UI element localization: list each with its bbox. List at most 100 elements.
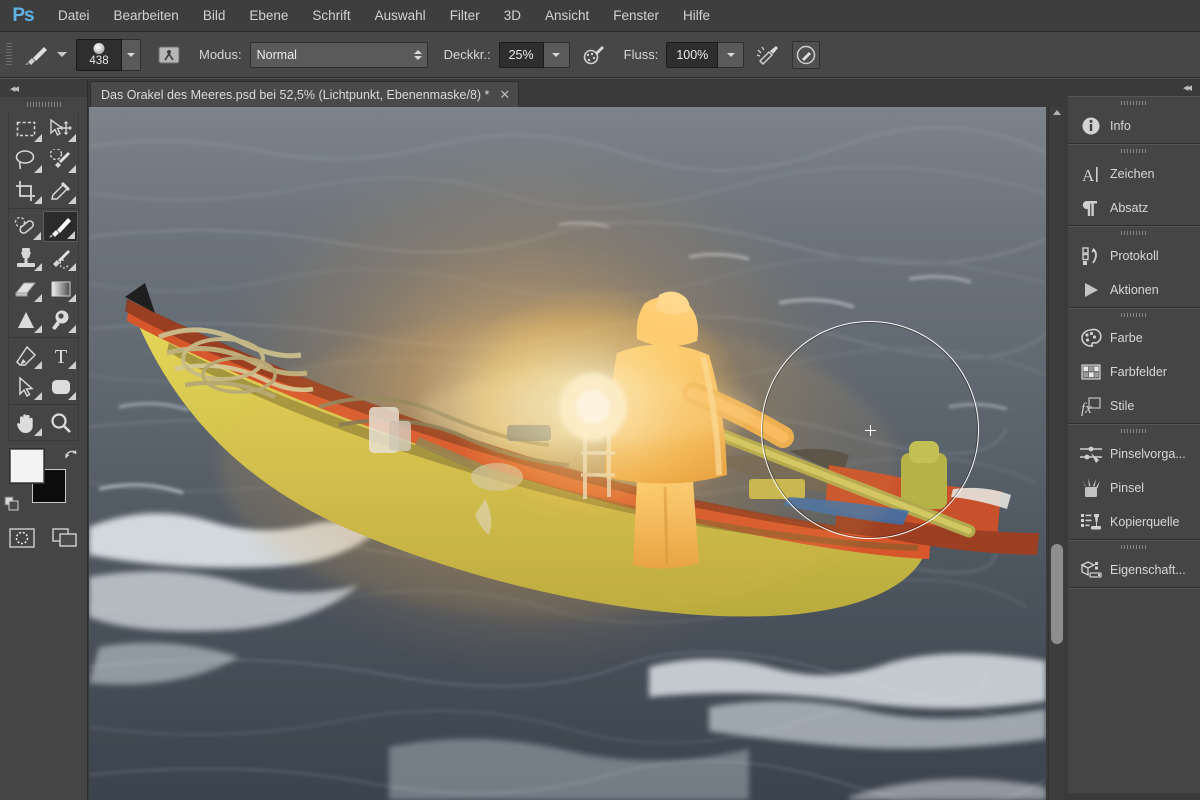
toolbar-grip[interactable]	[0, 97, 87, 111]
brush-size-dropdown[interactable]	[122, 38, 141, 71]
scrollbar-thumb[interactable]	[1051, 544, 1063, 644]
panel-tab-farbfelder[interactable]: Farbfelder	[1068, 355, 1200, 389]
styles-fx-icon: fx	[1078, 396, 1104, 416]
flyout-triangle-icon	[68, 325, 76, 333]
dock-empty-area[interactable]	[1068, 588, 1200, 793]
canvas-vertical-scrollbar[interactable]	[1048, 107, 1064, 800]
tool-row	[9, 211, 78, 242]
brush-size-field[interactable]: 438	[76, 38, 122, 71]
menu-schrift[interactable]: Schrift	[300, 0, 362, 32]
tool-dodge[interactable]	[44, 304, 79, 335]
quick-mask-button[interactable]	[4, 523, 40, 553]
opacity-value[interactable]: 25%	[498, 41, 544, 68]
chevron-down-icon	[127, 52, 135, 57]
pressure-opacity-button[interactable]	[580, 41, 608, 69]
tool-eraser[interactable]	[9, 273, 44, 304]
menu-ebene[interactable]: Ebene	[237, 0, 300, 32]
brush-preset-dropdown[interactable]	[54, 52, 76, 57]
options-bar-grip[interactable]	[6, 42, 12, 67]
smoothing-button[interactable]	[792, 40, 821, 69]
tool-gradient[interactable]	[44, 273, 79, 304]
panel-tab-zeichen[interactable]: A Zeichen	[1068, 157, 1200, 191]
tool-group-selection	[9, 111, 78, 209]
panel-tab-label: Pinselvorga...	[1110, 447, 1186, 461]
dock-expand-button[interactable]: ◂◂	[1068, 79, 1200, 96]
scroll-up-arrow-icon[interactable]	[1052, 110, 1061, 115]
screen-mode-button[interactable]	[47, 523, 83, 553]
document-tab[interactable]: Das Orakel des Meeres.psd bei 52,5% (Lic…	[90, 81, 520, 107]
dock-group-grip[interactable]	[1068, 309, 1200, 321]
clone-source-icon	[1078, 512, 1104, 532]
tool-shape-rounded-rectangle[interactable]	[44, 371, 79, 402]
panel-tab-pinsel[interactable]: Pinsel	[1068, 471, 1200, 505]
dock-group-grip[interactable]	[1068, 97, 1200, 109]
panel-tab-aktionen[interactable]: Aktionen	[1068, 273, 1200, 307]
menu-bar: Ps Datei Bearbeiten Bild Ebene Schrift A…	[0, 0, 1200, 32]
dock-group-color: Farbe Farbfelder fx Stile	[1068, 308, 1200, 424]
dock-group-grip[interactable]	[1068, 541, 1200, 553]
menu-3d[interactable]: 3D	[492, 0, 533, 32]
tool-zoom[interactable]	[44, 407, 79, 438]
tool-blur[interactable]	[9, 304, 44, 335]
opacity-dropdown[interactable]	[543, 41, 570, 68]
tool-move[interactable]	[44, 113, 79, 144]
double-chevron-right-icon: ◂◂	[1182, 82, 1192, 94]
dock-group-grip[interactable]	[1068, 425, 1200, 437]
brush-tool-icon[interactable]	[20, 41, 54, 69]
panel-tab-absatz[interactable]: Absatz	[1068, 191, 1200, 225]
flow-label: Fluss:	[623, 47, 659, 62]
flow-dropdown[interactable]	[718, 41, 745, 68]
menu-datei[interactable]: Datei	[46, 0, 102, 32]
flow-value[interactable]: 100%	[666, 41, 719, 68]
tool-spot-healing-brush[interactable]	[9, 211, 43, 242]
tool-eyedropper[interactable]	[44, 175, 79, 206]
menu-hilfe[interactable]: Hilfe	[671, 0, 722, 32]
flyout-triangle-icon	[33, 428, 42, 436]
tool-clone-stamp[interactable]	[9, 242, 44, 273]
flyout-triangle-icon	[68, 196, 76, 204]
dock-group-grip[interactable]	[1068, 227, 1200, 239]
tool-rectangular-marquee[interactable]	[9, 113, 44, 144]
menu-bild[interactable]: Bild	[191, 0, 238, 32]
panel-tab-protokoll[interactable]: Protokoll	[1068, 239, 1200, 273]
flow-control[interactable]: 100%	[666, 41, 745, 68]
tool-hand[interactable]	[9, 407, 44, 438]
default-colors-icon[interactable]	[4, 496, 20, 517]
tool-history-brush[interactable]	[44, 242, 79, 273]
tool-row	[9, 242, 78, 273]
character-icon: A	[1078, 164, 1104, 184]
tool-path-selection[interactable]	[9, 371, 44, 402]
panel-tab-farbe[interactable]: Farbe	[1068, 321, 1200, 355]
flyout-triangle-icon	[68, 134, 76, 142]
history-icon	[1078, 246, 1104, 266]
panel-tab-kopierquelle[interactable]: Kopierquelle	[1068, 505, 1200, 539]
menu-bearbeiten[interactable]: Bearbeiten	[102, 0, 191, 32]
dock-group-grip[interactable]	[1068, 145, 1200, 157]
tool-pen[interactable]	[9, 340, 44, 371]
image-canvas[interactable]	[89, 107, 1046, 800]
tablet-pressure-button[interactable]	[155, 42, 183, 68]
swap-colors-icon[interactable]	[63, 447, 79, 468]
flyout-triangle-icon	[68, 263, 76, 271]
toolbar-collapse-button[interactable]: ◂◂	[0, 79, 87, 97]
panel-tab-pinselvorgaben[interactable]: Pinselvorga...	[1068, 437, 1200, 471]
airbrush-button[interactable]	[754, 41, 782, 69]
foreground-color-swatch[interactable]	[10, 449, 44, 483]
tool-quick-selection[interactable]	[44, 144, 79, 175]
brush-presets-icon	[1078, 444, 1104, 464]
close-icon[interactable]: ✕	[499, 87, 510, 103]
panel-tab-info[interactable]: Info	[1068, 109, 1200, 143]
svg-text:fx: fx	[1081, 401, 1092, 416]
opacity-control[interactable]: 25%	[498, 41, 570, 68]
tool-brush[interactable]	[43, 211, 78, 242]
menu-filter[interactable]: Filter	[438, 0, 492, 32]
tool-lasso[interactable]	[9, 144, 44, 175]
menu-auswahl[interactable]: Auswahl	[363, 0, 438, 32]
blend-mode-select[interactable]: Normal	[249, 41, 428, 68]
menu-ansicht[interactable]: Ansicht	[533, 0, 601, 32]
panel-tab-eigenschaften[interactable]: Eigenschaft...	[1068, 553, 1200, 587]
menu-fenster[interactable]: Fenster	[601, 0, 671, 32]
panel-tab-stile[interactable]: fx Stile	[1068, 389, 1200, 423]
tool-crop[interactable]	[9, 175, 44, 206]
tool-type[interactable]: T	[44, 340, 79, 371]
